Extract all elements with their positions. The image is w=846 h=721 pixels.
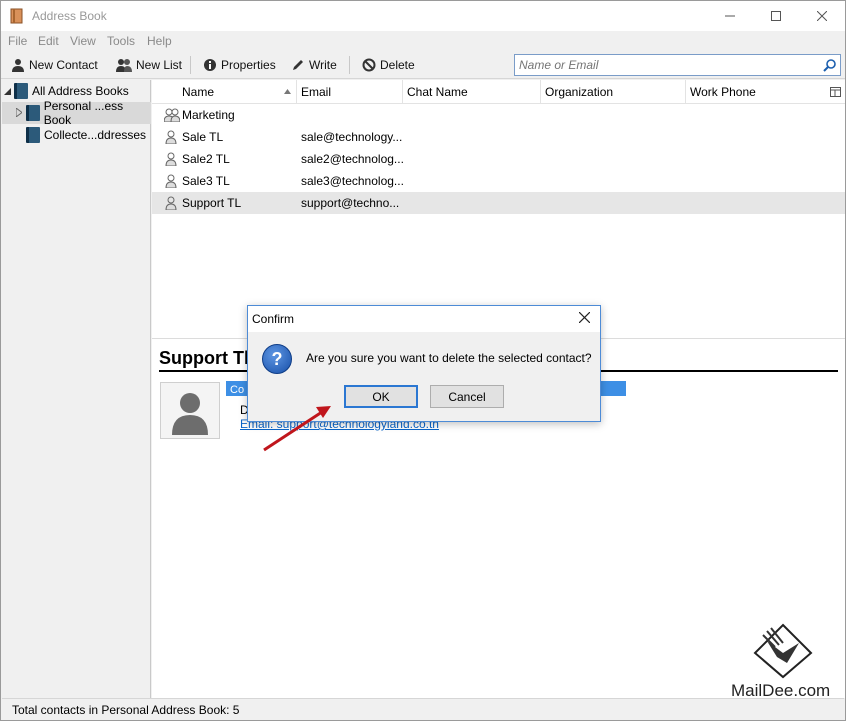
delete-button[interactable]: Delete: [362, 55, 415, 75]
contact-icon: [165, 152, 177, 166]
expander-closed-icon[interactable]: [15, 106, 26, 120]
mailing-list-icon: [164, 108, 180, 122]
title-bar: Address Book: [1, 1, 845, 31]
new-list-label: New List: [136, 58, 183, 72]
column-header-work-phone[interactable]: Work Phone: [686, 80, 824, 104]
maildee-logo-icon: [753, 623, 813, 679]
dialog-message: Are you sure you want to delete the sele…: [306, 351, 592, 365]
book-icon: [14, 83, 28, 99]
cell-email: sale3@technolog...: [301, 174, 404, 188]
expander-open-icon[interactable]: [4, 84, 11, 98]
sidebar-item-personal-address-book[interactable]: Personal ...ess Book: [2, 99, 151, 127]
column-label: Chat Name: [407, 85, 468, 99]
cell-name: Support TL: [182, 196, 242, 210]
column-header-email[interactable]: Email: [297, 80, 403, 104]
new-contact-icon: [12, 59, 24, 72]
sidebar-item-label: Personal ...ess Book: [43, 99, 124, 127]
column-header-name[interactable]: Name: [152, 80, 297, 104]
table-row-selected[interactable]: Support TL support@techno...: [152, 192, 845, 214]
menu-file[interactable]: File: [8, 34, 27, 48]
column-label: Organization: [545, 85, 614, 99]
close-window-button[interactable]: [799, 1, 845, 31]
column-header-chat-name[interactable]: Chat Name: [403, 80, 541, 104]
pencil-icon: [293, 60, 303, 70]
column-picker-icon[interactable]: [830, 87, 841, 97]
status-text: Total contacts in Personal Address Book:…: [12, 703, 240, 717]
contact-list: Name Email Chat Name Organization Work P…: [152, 80, 845, 338]
info-icon: [204, 59, 216, 71]
toolbar-separator: [190, 56, 191, 74]
contact-icon: [165, 130, 177, 144]
dialog-close-button[interactable]: [578, 310, 591, 327]
book-icon: [26, 127, 40, 143]
delete-icon: [362, 58, 376, 72]
cell-email: support@techno...: [301, 196, 400, 210]
book-icon: [25, 105, 40, 121]
table-row[interactable]: Sale2 TL sale2@technolog...: [152, 148, 845, 170]
card-contact-name: Support Tl: [159, 348, 249, 368]
menu-view[interactable]: View: [70, 34, 96, 48]
write-label: Write: [309, 58, 337, 72]
contact-icon: [165, 196, 177, 210]
table-row[interactable]: Marketing: [152, 104, 845, 126]
column-label: Email: [301, 85, 332, 99]
sidebar-item-collected-addresses[interactable]: Collecte...ddresses: [2, 124, 151, 146]
menu-bar: File Edit View Tools Help: [1, 31, 845, 51]
cell-name: Sale3 TL: [182, 174, 230, 188]
column-label: Work Phone: [690, 85, 756, 99]
status-bar: Total contacts in Personal Address Book:…: [2, 698, 844, 720]
menu-edit[interactable]: Edit: [38, 34, 59, 48]
sidebar-item-label: All Address Books: [32, 84, 129, 98]
ok-button[interactable]: OK: [344, 385, 418, 408]
maximize-button[interactable]: [753, 1, 799, 31]
cancel-button[interactable]: Cancel: [430, 385, 504, 408]
close-icon: [578, 311, 591, 324]
table-row[interactable]: Sale TL sale@technology...: [152, 126, 845, 148]
cell-email: sale2@technolog...: [301, 152, 404, 166]
search-input[interactable]: [515, 55, 815, 75]
write-button[interactable]: Write: [291, 55, 337, 75]
properties-label: Properties: [221, 58, 276, 72]
sidebar-item-label: Collecte...ddresses: [44, 128, 147, 142]
table-row[interactable]: Sale3 TL sale3@technolog...: [152, 170, 845, 192]
search-icon[interactable]: [823, 58, 837, 72]
avatar-placeholder-icon: [172, 392, 208, 435]
question-icon: ?: [262, 344, 292, 374]
dialog-title-bar: Confirm: [248, 306, 600, 332]
card-section-label: Co: [230, 384, 245, 396]
search-box[interactable]: [514, 54, 841, 76]
avatar: [160, 382, 220, 439]
window-title: Address Book: [32, 9, 107, 23]
cell-name: Sale2 TL: [182, 152, 230, 166]
minimize-button[interactable]: [707, 1, 753, 31]
toolbar-separator: [349, 56, 350, 74]
sort-ascending-icon: [284, 89, 291, 94]
address-book-sidebar: All Address Books Personal ...ess Book C…: [2, 80, 151, 698]
contact-icon: [165, 174, 177, 188]
properties-button[interactable]: Properties: [203, 55, 276, 75]
cell-name: Marketing: [182, 108, 235, 122]
new-list-icon: [116, 59, 132, 72]
menu-tools[interactable]: Tools: [107, 34, 135, 48]
cell-name: Sale TL: [182, 130, 224, 144]
dialog-title: Confirm: [252, 312, 295, 326]
column-label: Name: [182, 85, 215, 99]
menu-help[interactable]: Help: [147, 34, 172, 48]
new-contact-button[interactable]: New Contact: [11, 55, 98, 75]
annotation-arrow-icon: [263, 406, 331, 452]
watermark-text: MailDee.com: [731, 681, 831, 700]
new-contact-label: New Contact: [29, 58, 98, 72]
cell-email: sale@technology...: [301, 130, 403, 144]
toolbar: New Contact New List Properties Write De…: [1, 51, 845, 79]
column-header-organization[interactable]: Organization: [541, 80, 686, 104]
new-list-button[interactable]: New List: [116, 55, 182, 75]
maildee-watermark: MailDee.com: [725, 623, 841, 700]
delete-label: Delete: [380, 58, 415, 72]
address-book-app-icon: [10, 8, 23, 24]
list-header: Name Email Chat Name Organization Work P…: [152, 80, 845, 104]
address-book-window: Address Book File Edit View Tools Help N…: [0, 0, 846, 721]
